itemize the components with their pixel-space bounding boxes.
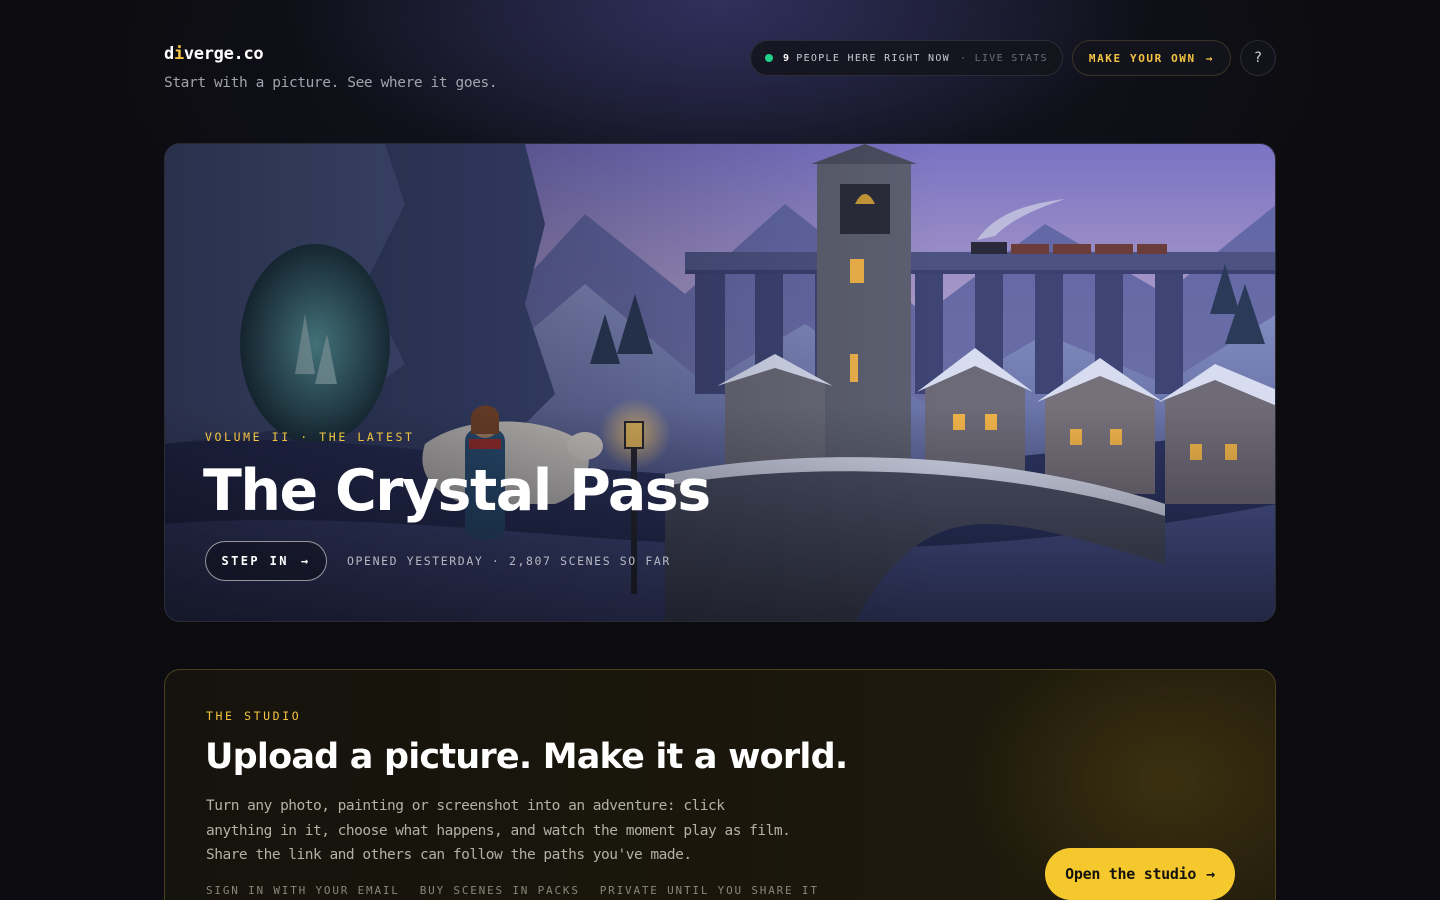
logo[interactable]: diverge.co [164,44,264,64]
studio-description: Turn any photo, painting or screenshot i… [206,798,791,863]
live-stats-pill[interactable]: 9 PEOPLE HERE RIGHT NOW · LIVE STATS [749,40,1063,76]
hero-title: The Crystal Pass [203,458,711,524]
live-count: 9 [782,52,791,64]
arrow-right-icon: → [1205,51,1214,65]
live-label: PEOPLE HERE RIGHT NOW [796,52,950,64]
step-in-button[interactable]: STEP IN → [205,541,327,581]
hero-overlay [165,144,1275,621]
arrow-right-icon: → [300,554,311,568]
feature-item: BUY SCENES IN PACKS [419,884,580,897]
site-header: diverge.co Start with a picture. See whe… [164,40,1276,102]
feature-item: SIGN IN WITH YOUR EMAIL [206,884,400,897]
header-actions: 9 PEOPLE HERE RIGHT NOW · LIVE STATS MAK… [749,40,1276,76]
open-studio-button[interactable]: Open the studio → [1045,848,1235,900]
studio-features: SIGN IN WITH YOUR EMAIL BUY SCENES IN PA… [206,884,819,897]
make-your-own-label: MAKE YOUR OWN [1088,51,1196,65]
hero-card[interactable]: VOLUME II · THE LATEST The Crystal Pass … [164,143,1276,622]
hero-meta: OPENED YESTERDAY · 2,807 SCENES SO FAR [347,554,671,568]
step-in-label: STEP IN [221,554,289,568]
feature-item: PRIVATE UNTIL YOU SHARE IT [599,884,819,897]
logo-mark: i [173,44,184,64]
open-studio-label: Open the studio [1065,865,1197,883]
tagline: Start with a picture. See where it goes. [164,75,498,91]
hero-kicker: VOLUME II · THE LATEST [205,430,415,444]
question-icon: ? [1253,50,1263,66]
help-button[interactable]: ? [1240,40,1276,76]
arrow-right-icon: → [1206,865,1215,883]
live-indicator-icon [764,54,773,62]
live-stats-link[interactable]: · LIVE STATS [960,53,1048,64]
studio-kicker: THE STUDIO [206,709,302,723]
studio-title: Upload a picture. Make it a world. [205,737,848,777]
studio-card: THE STUDIO Upload a picture. Make it a w… [164,669,1276,900]
make-your-own-button[interactable]: MAKE YOUR OWN → [1071,40,1231,76]
